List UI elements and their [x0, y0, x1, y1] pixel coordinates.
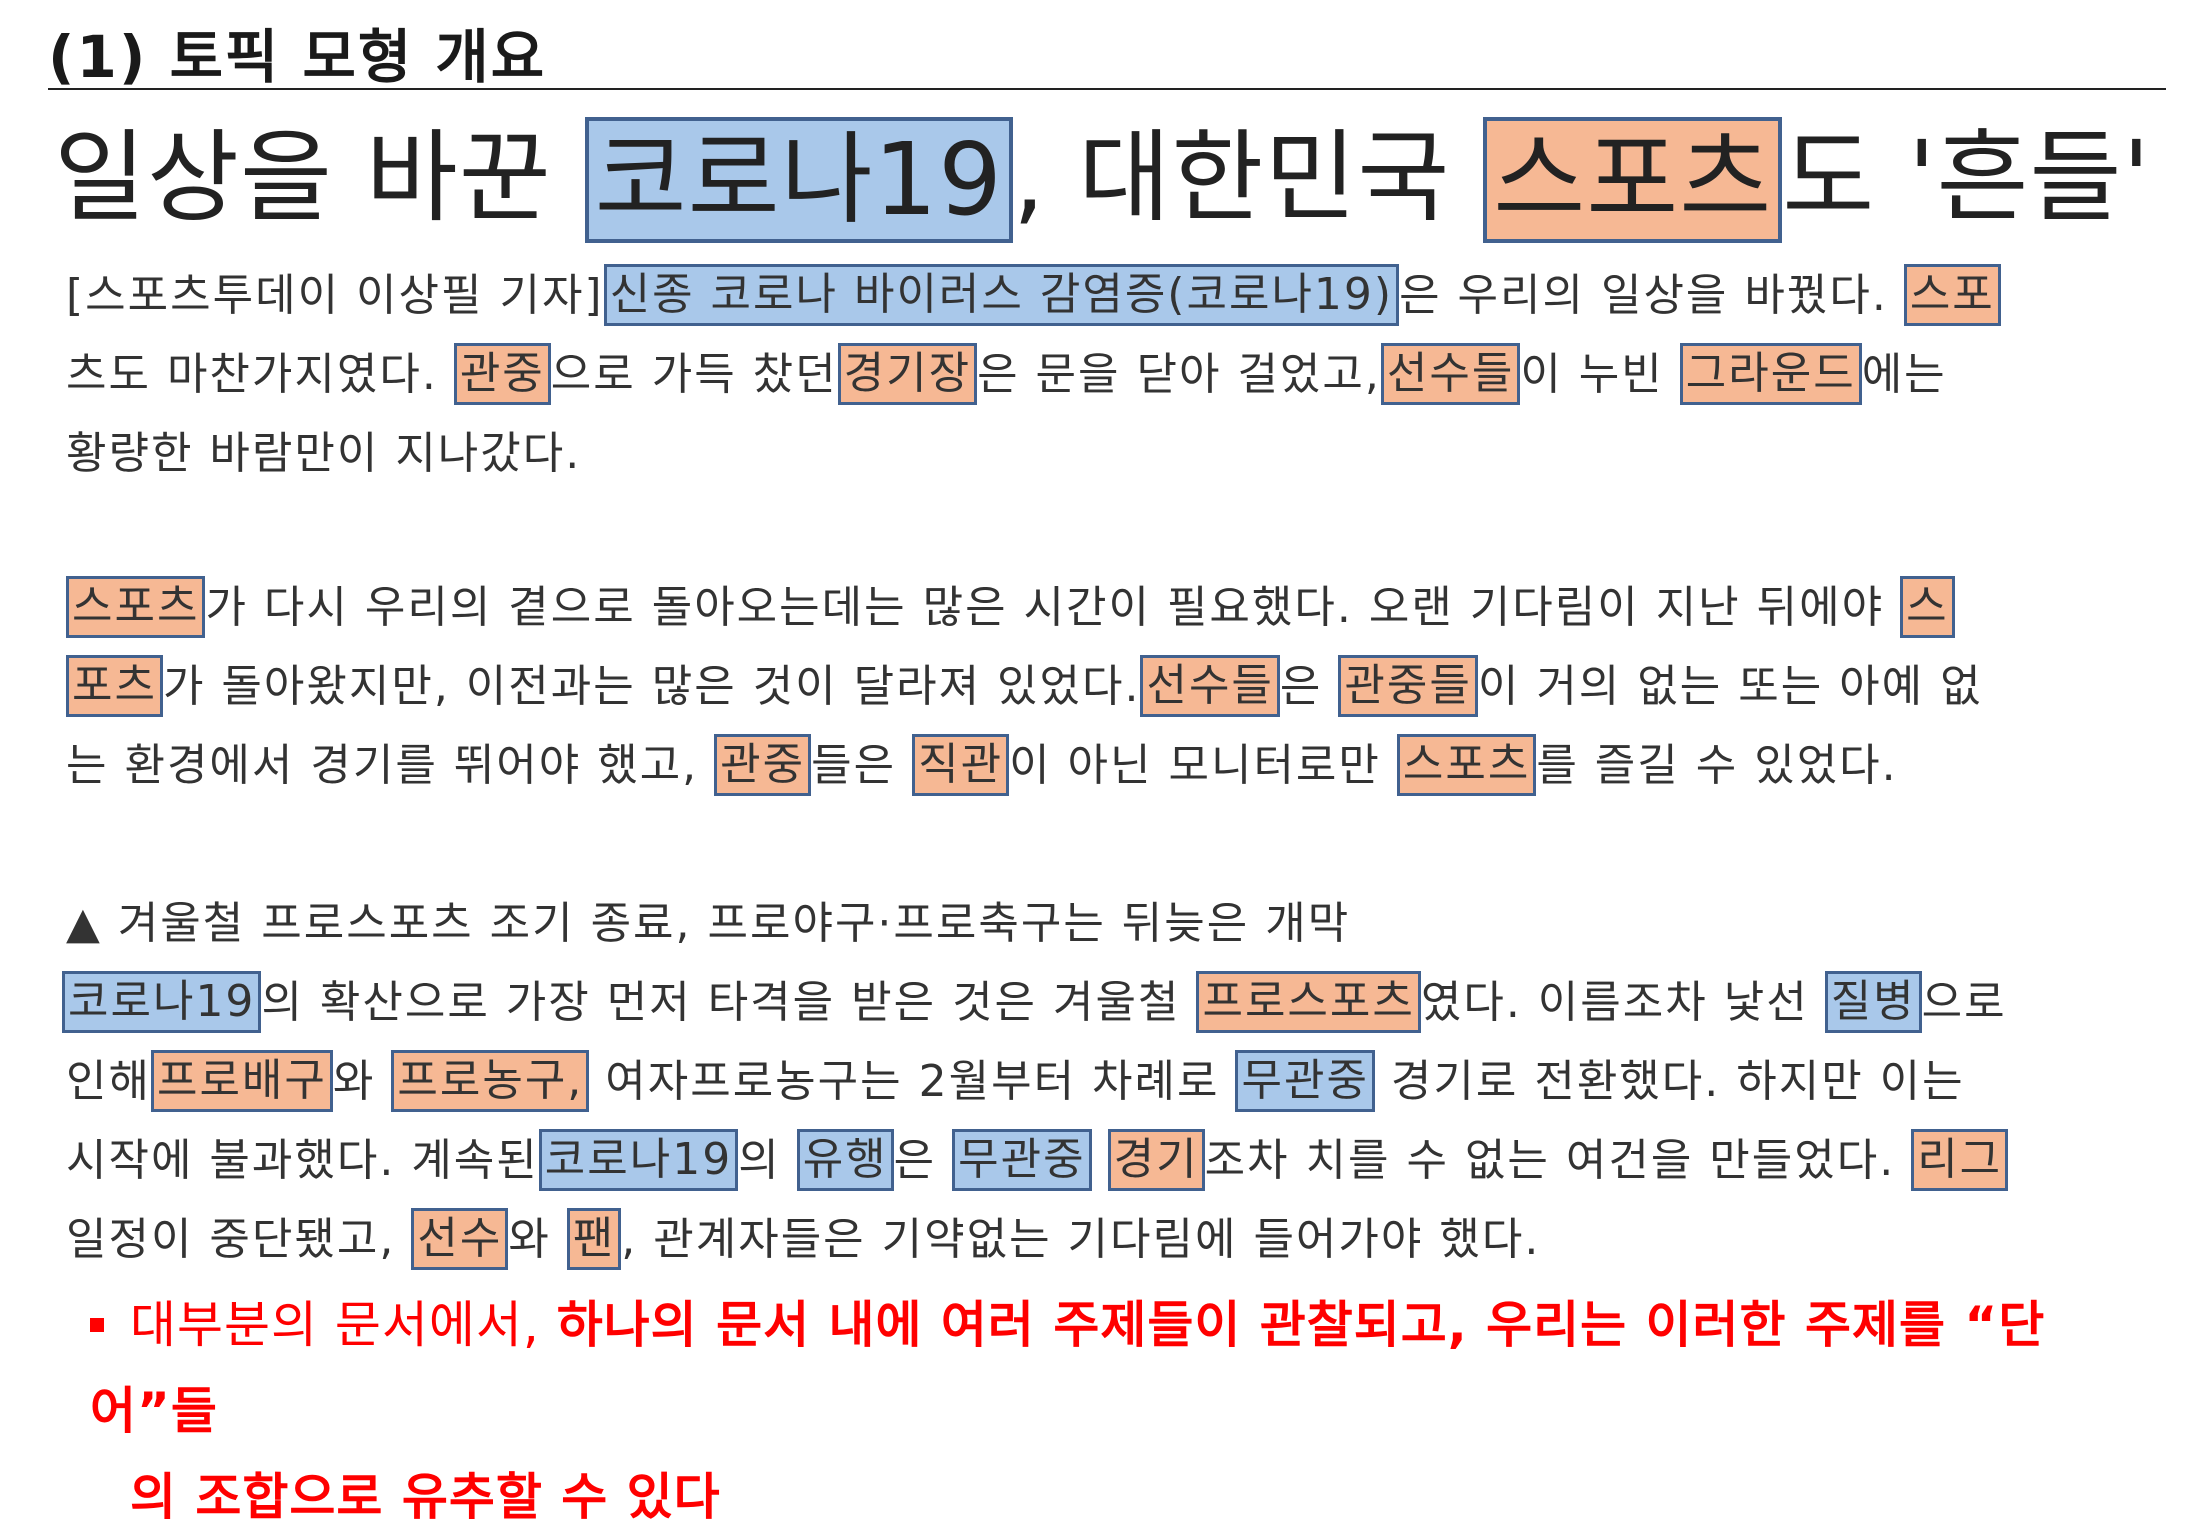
paragraph-line: 스포츠 가 다시 우리의 곁으로 돌아오는데는 많은 시간이 필요했다. 오랜 기…: [66, 568, 2146, 647]
paragraph-line: 코로나19 의 확산으로 가장 먼저 타격을 받은 것은 겨울철 프로스포츠 였다.…: [62, 963, 2146, 1042]
topic-highlight-orange: 스포츠: [1483, 116, 1783, 243]
text-run: 인해: [66, 1056, 151, 1107]
topic-highlight-blue: 코로나19: [62, 971, 262, 1033]
text-run: 를 즐길 수 있었다.: [1536, 740, 1898, 791]
text-run: 으로: [1921, 977, 2007, 1028]
topic-highlight-orange: 경기장: [837, 343, 978, 405]
topic-highlight-blue: 질병: [1824, 971, 1922, 1033]
section-title: (1) 토픽 모형 개요: [48, 23, 547, 91]
text-run: 가 다시 우리의 곁으로 돌아오는데는 많은 시간이 필요했다. 오랜 기다림이…: [205, 582, 1885, 633]
text-run: 들은: [811, 740, 897, 791]
text-run: 였다. 이름조차 낯선: [1420, 977, 1809, 1028]
text-run: 은 문을 닫아 걸었고,: [977, 349, 1381, 400]
text-run: 으로 가득 찼던: [550, 349, 838, 400]
note-text-plain: 대부분의 문서에서,: [130, 1296, 557, 1354]
paragraph-line: 인해 프로배구 와 프로농구, 여자프로농구는 2월부터 차례로 무관중 경기로 전…: [66, 1042, 2146, 1121]
text-run: , 관계자들은 기약없는 기다림에 들어가야 했다.: [621, 1214, 1541, 1265]
summary-note: 대부분의 문서에서, 하나의 문서 내에 여러 주제들이 관찰되고, 우리는 이…: [90, 1282, 2170, 1540]
topic-highlight-blue: 코로나19: [538, 1129, 739, 1191]
note-text-line2: 의 조합으로 유추할 수 있다: [130, 1468, 721, 1526]
topic-highlight-blue: 무관중: [952, 1129, 1092, 1191]
topic-highlight-orange: 프로스포츠: [1196, 971, 1421, 1033]
headline-text: 도 '흔들': [1782, 119, 2151, 236]
text-run: 의: [738, 1135, 781, 1186]
text-run: 와: [508, 1214, 551, 1265]
text-run: 은: [893, 1135, 937, 1186]
paragraph-line: 츠도 마찬가지였다. 관중 으로 가득 찼던 경기장 은 문을 닫아 걸었고, 선수들 이…: [66, 335, 2146, 414]
article-subheading: ▲ 겨울철 프로스포츠 조기 종료, 프로야구·프로축구는 뒤늦은 개막: [66, 898, 1351, 949]
topic-highlight-orange: 관중: [453, 343, 551, 405]
text-run: 이 거의 없는 또는 아예 없: [1477, 661, 1983, 712]
article-paragraph-3: ▲ 겨울철 프로스포츠 조기 종료, 프로야구·프로축구는 뒤늦은 개막 코로나…: [62, 884, 2146, 1279]
text-run: 일정이 중단됐고,: [66, 1214, 396, 1265]
topic-highlight-orange: 리그: [1911, 1129, 2009, 1191]
article-headline: 일상을 바꾼 코로나19, 대한민국 스포츠 도 '흔들': [54, 108, 2151, 248]
text-run: 은: [1279, 661, 1323, 712]
topic-highlight-orange: 프로배구: [150, 1050, 333, 1112]
text-run: 여자프로농구는 2월부터 차례로: [589, 1056, 1220, 1107]
article-paragraph-2: 스포츠 가 다시 우리의 곁으로 돌아오는데는 많은 시간이 필요했다. 오랜 기…: [66, 568, 2146, 805]
text-run: 은 우리의 일상을 바꿨다.: [1399, 270, 1888, 321]
topic-highlight-orange: 관중: [714, 734, 812, 796]
topic-highlight-orange: 경기: [1107, 1129, 1205, 1191]
topic-highlight-orange: 스포: [1903, 264, 2001, 326]
text-run: 의 확산으로 가장 먼저 타격을 받은 것은 겨울철: [261, 977, 1181, 1028]
paragraph-line: 시작에 불과했다. 계속된 코로나19 의 유행 은 무관중 경기 조차 치를 수 없는…: [66, 1121, 2146, 1200]
text-run: 이 아닌 모니터로만: [1009, 740, 1381, 791]
topic-highlight-orange: 관중들: [1338, 655, 1478, 717]
topic-highlight-orange: 선수들: [1140, 655, 1280, 717]
text-run: 는 환경에서 경기를 뛰어야 했고,: [66, 740, 699, 791]
topic-highlight-orange: 포츠: [66, 655, 163, 717]
topic-highlight-orange: 스포츠: [66, 576, 206, 638]
text-run: 시작에 불과했다. 계속된: [66, 1135, 539, 1186]
topic-highlight-blue: 유행: [796, 1129, 894, 1191]
paragraph-line: 일정이 중단됐고, 선수 와 팬, 관계자들은 기약없는 기다림에 들어가야 했다…: [66, 1200, 2146, 1279]
text-run: [스포츠투데이 이상필 기자]: [66, 270, 604, 321]
topic-highlight-orange: 팬: [566, 1208, 622, 1270]
topic-highlight-orange: 선수: [411, 1208, 509, 1270]
topic-highlight-blue: 코로나19: [584, 116, 1013, 243]
text-run: 가 돌아왔지만, 이전과는 많은 것이 달라져 있었다.: [162, 661, 1141, 712]
text-run: 이 누빈: [1520, 349, 1664, 400]
headline-text: 일상을 바꾼: [54, 119, 585, 236]
paragraph-line: 포츠 가 돌아왔지만, 이전과는 많은 것이 달라져 있었다. 선수들 은 관중들 이 …: [66, 647, 2146, 726]
topic-highlight-orange: 스: [1900, 576, 1955, 638]
headline-text: , 대한민국: [1012, 119, 1484, 236]
title-divider: [48, 88, 2166, 90]
text-run: 조차 치를 수 없는 여건을 만들었다.: [1204, 1135, 1896, 1186]
text-run: 에는: [1861, 349, 1947, 400]
square-bullet-icon: [90, 1317, 104, 1332]
text-run: 츠도 마찬가지였다.: [66, 349, 438, 400]
topic-highlight-orange: 프로농구,: [391, 1050, 590, 1112]
text-run: 경기로 전환했다. 하지만 이는: [1374, 1056, 1965, 1107]
text-run: 황량한 바람만이 지나갔다.: [66, 428, 582, 479]
paragraph-line: 는 환경에서 경기를 뛰어야 했고, 관중 들은 직관 이 아닌 모니터로만 스포츠…: [66, 726, 2146, 805]
topic-highlight-orange: 직관: [912, 734, 1010, 796]
topic-highlight-blue: 무관중: [1235, 1050, 1375, 1112]
topic-highlight-orange: 그라운드: [1679, 343, 1862, 405]
topic-highlight-blue: 신종 코로나 바이러스 감염증(코로나19): [603, 264, 1400, 326]
topic-highlight-orange: 스포츠: [1396, 734, 1537, 796]
topic-highlight-orange: 선수들: [1380, 343, 1521, 405]
text-run: 와: [332, 1056, 376, 1107]
paragraph-line: [스포츠투데이 이상필 기자] 신종 코로나 바이러스 감염증(코로나19) 은 우…: [66, 256, 2146, 335]
paragraph-line: 황량한 바람만이 지나갔다.: [66, 414, 2146, 493]
article-paragraph-1: [스포츠투데이 이상필 기자] 신종 코로나 바이러스 감염증(코로나19) 은 우…: [66, 256, 2146, 493]
